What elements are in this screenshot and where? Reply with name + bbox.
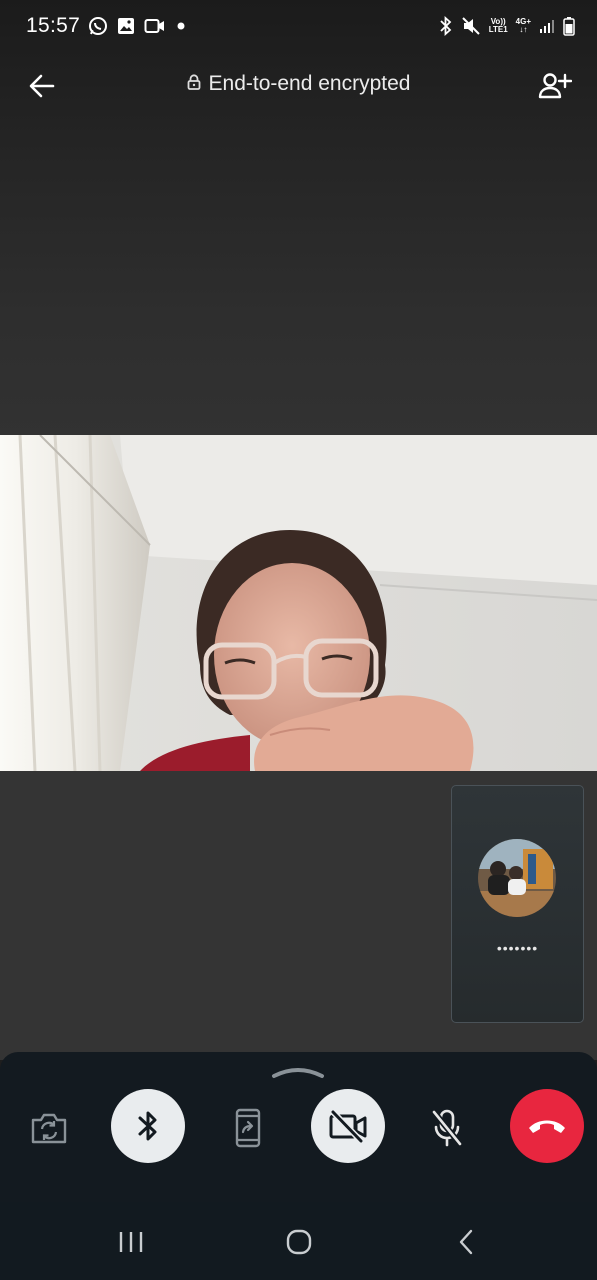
notification-dot-icon — [174, 19, 188, 33]
flip-camera-button[interactable] — [25, 1104, 73, 1152]
mute-mic-button[interactable] — [423, 1104, 471, 1152]
bluetooth-audio-button[interactable] — [111, 1089, 185, 1163]
nav-back-button[interactable] — [444, 1222, 488, 1262]
whatsapp-icon — [88, 16, 108, 36]
chevron-up-icon — [272, 1068, 324, 1078]
phone-hangup-icon — [529, 1120, 565, 1133]
lock-icon — [187, 73, 201, 95]
recent-apps-icon — [119, 1232, 143, 1252]
home-button[interactable] — [277, 1222, 321, 1262]
share-screen-button[interactable] — [224, 1104, 272, 1152]
self-avatar — [478, 839, 556, 917]
add-participant-button[interactable] — [535, 66, 575, 106]
end-call-button[interactable] — [510, 1089, 584, 1163]
system-nav-bar — [0, 1202, 597, 1280]
screen-share-icon — [235, 1108, 261, 1148]
status-bar: 15:57 Vo)) LTE1 4G+ ↓↑ — [0, 0, 597, 52]
self-status-indicator: ••••••• — [496, 940, 539, 956]
call-header: End-to-end encrypted — [0, 58, 597, 112]
remote-video-feed[interactable] — [0, 435, 597, 771]
bluetooth-icon — [138, 1111, 157, 1141]
mute-icon — [461, 16, 481, 36]
encryption-title: End-to-end encrypted — [208, 72, 411, 95]
status-time: 15:57 — [26, 14, 81, 37]
video-record-icon — [144, 17, 166, 35]
camera-off-button[interactable] — [311, 1089, 385, 1163]
expand-handle[interactable] — [270, 1064, 326, 1080]
battery-icon — [563, 16, 575, 36]
bluetooth-icon — [439, 16, 453, 36]
home-icon — [286, 1229, 312, 1255]
call-controls-panel — [0, 1052, 597, 1202]
add-person-icon — [538, 73, 572, 99]
chevron-left-icon — [459, 1229, 473, 1255]
remote-participant-image — [0, 435, 597, 771]
volte-icon: Vo)) LTE1 — [488, 17, 508, 34]
gallery-icon — [116, 16, 136, 36]
network-4g-icon: 4G+ ↓↑ — [515, 17, 531, 34]
recent-apps-button[interactable] — [109, 1222, 153, 1262]
camera-flip-icon — [31, 1113, 67, 1144]
signal-icon — [539, 18, 555, 34]
video-off-icon — [329, 1109, 367, 1143]
mic-off-icon — [431, 1109, 463, 1147]
